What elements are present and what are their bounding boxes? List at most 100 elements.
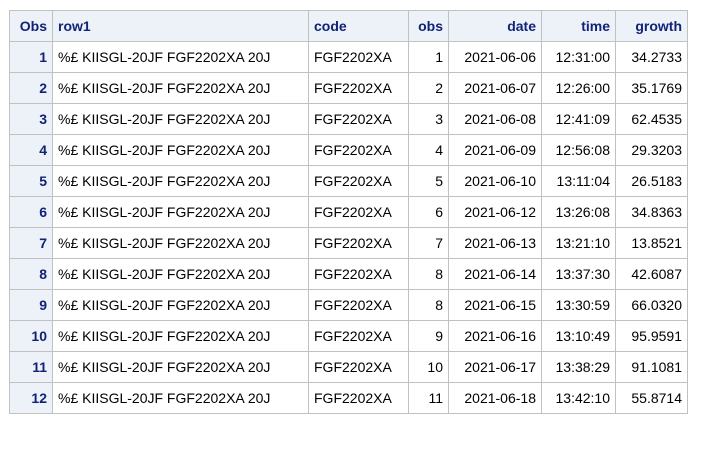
cell-time: 13:11:04	[541, 165, 616, 197]
cell-growth: 91.1081	[615, 351, 688, 383]
cell-row1: %£ KIISGL-20JF FGF2202XA 20J	[52, 382, 309, 414]
row-obs-number: 8	[9, 258, 53, 290]
header-growth: growth	[615, 10, 688, 42]
cell-growth: 34.8363	[615, 196, 688, 228]
cell-growth: 55.8714	[615, 382, 688, 414]
cell-time: 12:56:08	[541, 134, 616, 166]
cell-code: FGF2202XA	[308, 320, 409, 352]
cell-growth: 29.3203	[615, 134, 688, 166]
cell-time: 13:10:49	[541, 320, 616, 352]
cell-code: FGF2202XA	[308, 41, 409, 73]
cell-time: 13:21:10	[541, 227, 616, 259]
cell-time: 13:42:10	[541, 382, 616, 414]
cell-date: 2021-06-08	[448, 103, 542, 135]
cell-row1: %£ KIISGL-20JF FGF2202XA 20J	[52, 320, 309, 352]
cell-code: FGF2202XA	[308, 165, 409, 197]
cell-date: 2021-06-12	[448, 196, 542, 228]
cell-code: FGF2202XA	[308, 103, 409, 135]
cell-obs: 10	[408, 351, 449, 383]
row-obs-number: 9	[9, 289, 53, 321]
cell-growth: 62.4535	[615, 103, 688, 135]
cell-obs: 7	[408, 227, 449, 259]
cell-growth: 35.1769	[615, 72, 688, 104]
row-obs-number: 1	[9, 41, 53, 73]
cell-time: 12:26:00	[541, 72, 616, 104]
cell-time: 12:41:09	[541, 103, 616, 135]
cell-date: 2021-06-10	[448, 165, 542, 197]
row-obs-number: 6	[9, 196, 53, 228]
cell-row1: %£ KIISGL-20JF FGF2202XA 20J	[52, 134, 309, 166]
cell-code: FGF2202XA	[308, 258, 409, 290]
data-table: Obs row1 code obs date time growth 1 %£ …	[9, 10, 688, 414]
cell-date: 2021-06-06	[448, 41, 542, 73]
table-row: 5 %£ KIISGL-20JF FGF2202XA 20J FGF2202XA…	[9, 165, 688, 197]
cell-row1: %£ KIISGL-20JF FGF2202XA 20J	[52, 289, 309, 321]
cell-row1: %£ KIISGL-20JF FGF2202XA 20J	[52, 227, 309, 259]
header-time: time	[541, 10, 616, 42]
cell-obs: 3	[408, 103, 449, 135]
table-row: 8 %£ KIISGL-20JF FGF2202XA 20J FGF2202XA…	[9, 258, 688, 290]
table-row: 3 %£ KIISGL-20JF FGF2202XA 20J FGF2202XA…	[9, 103, 688, 135]
cell-growth: 66.0320	[615, 289, 688, 321]
table-row: 9 %£ KIISGL-20JF FGF2202XA 20J FGF2202XA…	[9, 289, 688, 321]
cell-row1: %£ KIISGL-20JF FGF2202XA 20J	[52, 41, 309, 73]
row-obs-number: 10	[9, 320, 53, 352]
cell-obs: 6	[408, 196, 449, 228]
table-row: 10 %£ KIISGL-20JF FGF2202XA 20J FGF2202X…	[9, 320, 688, 352]
header-date: date	[448, 10, 542, 42]
cell-time: 12:31:00	[541, 41, 616, 73]
table-body: 1 %£ KIISGL-20JF FGF2202XA 20J FGF2202XA…	[9, 41, 688, 414]
output-table-container: Obs row1 code obs date time growth 1 %£ …	[9, 10, 688, 414]
table-header: Obs row1 code obs date time growth	[9, 10, 688, 42]
cell-code: FGF2202XA	[308, 72, 409, 104]
cell-time: 13:30:59	[541, 289, 616, 321]
cell-obs: 9	[408, 320, 449, 352]
row-obs-number: 3	[9, 103, 53, 135]
row-obs-number: 4	[9, 134, 53, 166]
cell-obs: 5	[408, 165, 449, 197]
cell-growth: 13.8521	[615, 227, 688, 259]
cell-date: 2021-06-18	[448, 382, 542, 414]
row-obs-number: 7	[9, 227, 53, 259]
cell-date: 2021-06-07	[448, 72, 542, 104]
cell-row1: %£ KIISGL-20JF FGF2202XA 20J	[52, 351, 309, 383]
cell-time: 13:38:29	[541, 351, 616, 383]
cell-date: 2021-06-09	[448, 134, 542, 166]
cell-obs: 2	[408, 72, 449, 104]
cell-code: FGF2202XA	[308, 227, 409, 259]
cell-growth: 26.5183	[615, 165, 688, 197]
cell-date: 2021-06-17	[448, 351, 542, 383]
cell-growth: 34.2733	[615, 41, 688, 73]
cell-date: 2021-06-14	[448, 258, 542, 290]
cell-row1: %£ KIISGL-20JF FGF2202XA 20J	[52, 72, 309, 104]
cell-row1: %£ KIISGL-20JF FGF2202XA 20J	[52, 196, 309, 228]
table-row: 2 %£ KIISGL-20JF FGF2202XA 20J FGF2202XA…	[9, 72, 688, 104]
header-obs-number: Obs	[9, 10, 53, 42]
cell-date: 2021-06-13	[448, 227, 542, 259]
cell-row1: %£ KIISGL-20JF FGF2202XA 20J	[52, 103, 309, 135]
cell-obs: 8	[408, 289, 449, 321]
header-obs: obs	[408, 10, 449, 42]
cell-time: 13:26:08	[541, 196, 616, 228]
row-obs-number: 11	[9, 351, 53, 383]
table-row: 1 %£ KIISGL-20JF FGF2202XA 20J FGF2202XA…	[9, 41, 688, 73]
table-row: 6 %£ KIISGL-20JF FGF2202XA 20J FGF2202XA…	[9, 196, 688, 228]
table-row: 4 %£ KIISGL-20JF FGF2202XA 20J FGF2202XA…	[9, 134, 688, 166]
cell-row1: %£ KIISGL-20JF FGF2202XA 20J	[52, 165, 309, 197]
cell-code: FGF2202XA	[308, 134, 409, 166]
cell-row1: %£ KIISGL-20JF FGF2202XA 20J	[52, 258, 309, 290]
cell-code: FGF2202XA	[308, 351, 409, 383]
table-row: 11 %£ KIISGL-20JF FGF2202XA 20J FGF2202X…	[9, 351, 688, 383]
cell-code: FGF2202XA	[308, 196, 409, 228]
table-row: 12 %£ KIISGL-20JF FGF2202XA 20J FGF2202X…	[9, 382, 688, 414]
cell-growth: 95.9591	[615, 320, 688, 352]
row-obs-number: 12	[9, 382, 53, 414]
table-row: 7 %£ KIISGL-20JF FGF2202XA 20J FGF2202XA…	[9, 227, 688, 259]
cell-time: 13:37:30	[541, 258, 616, 290]
row-obs-number: 2	[9, 72, 53, 104]
cell-obs: 11	[408, 382, 449, 414]
row-obs-number: 5	[9, 165, 53, 197]
cell-date: 2021-06-15	[448, 289, 542, 321]
cell-obs: 1	[408, 41, 449, 73]
cell-code: FGF2202XA	[308, 289, 409, 321]
